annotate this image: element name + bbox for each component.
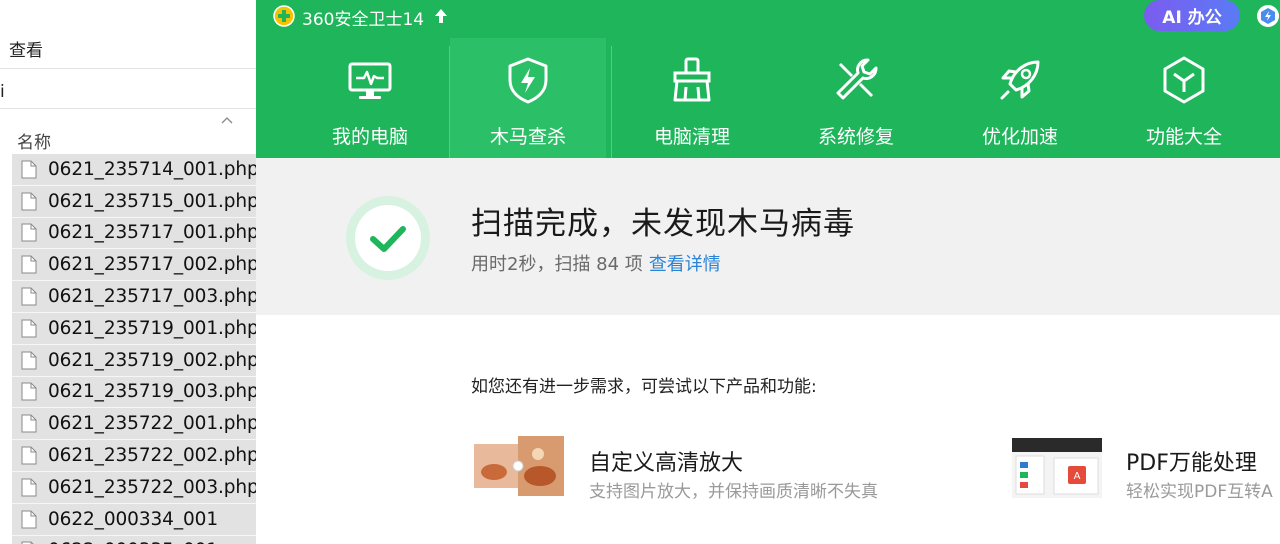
product-desc: 支持图片放大，并保持画质清晰不失真 [589, 482, 878, 502]
file-icon [21, 319, 37, 338]
file-row[interactable]: 0621_235717_001.php [12, 217, 256, 250]
suggestions-heading: 如您还有进一步需求，可尝试以下产品和功能: [471, 377, 817, 397]
tab-label: 优化加速 [981, 126, 1058, 148]
file-name: 0621_235717_003.php [48, 286, 256, 308]
tab-all-features[interactable]: 功能大全 [1106, 38, 1262, 158]
svg-text:A: A [1074, 471, 1081, 482]
file-name: 0621_235722_003.php [48, 476, 256, 498]
broom-icon [673, 57, 711, 102]
file-row[interactable]: 0621_235722_003.php [12, 471, 256, 504]
address-bar[interactable]: i [0, 82, 5, 102]
file-row[interactable]: 0621_235722_001.php [12, 408, 256, 441]
file-name: 0621_235722_002.php [48, 445, 256, 467]
product-desc: 轻松实现PDF互转A [1126, 482, 1273, 502]
cube-icon [1163, 56, 1205, 104]
column-header-name[interactable]: 名称 [17, 128, 51, 153]
pdf-tool-thumbnail[interactable]: A [1012, 438, 1102, 498]
file-icon [21, 478, 37, 497]
image-upscale-thumbnail[interactable] [474, 436, 564, 496]
file-icon [21, 160, 37, 179]
file-row[interactable]: 0621_235714_001.php [12, 154, 256, 186]
tab-optimize[interactable]: 优化加速 [942, 38, 1098, 158]
file-name: 0621_235715_001.php [48, 190, 256, 212]
file-name: 0621_235722_001.php [48, 413, 256, 435]
sort-ascending-icon[interactable] [220, 115, 234, 125]
file-name: 0621_235719_003.php [48, 381, 256, 403]
menu-view[interactable]: 查看 [9, 36, 43, 61]
file-icon [21, 192, 37, 211]
file-row[interactable]: 0621_235722_002.php [12, 440, 256, 472]
tab-label: 电脑清理 [653, 126, 730, 148]
file-name: 0621_235717_001.php [48, 222, 256, 244]
file-name: 0622_000334_001 [48, 508, 219, 530]
success-check-icon [346, 196, 430, 280]
file-icon [21, 287, 37, 306]
file-name: 0621_235717_002.php [48, 254, 256, 276]
tab-my-computer[interactable]: 我的电脑 [292, 38, 448, 158]
file-icon [21, 255, 37, 274]
file-name: 0622_000335_001 [48, 540, 218, 544]
file-row[interactable]: 0622_000334_001 [12, 503, 256, 536]
wrench-icon [836, 58, 878, 100]
tab-trojan-scan[interactable]: 木马查杀 [450, 38, 606, 158]
file-explorer-pane: 查看 i 名称 0621_235714_001.php 0621_235715_0… [0, 0, 256, 544]
view-details-link[interactable]: 查看详情 [649, 254, 721, 275]
brand-logo-icon [273, 5, 295, 27]
file-row[interactable]: 0621_235719_003.php [12, 376, 256, 409]
file-row[interactable]: 0621_235715_001.php [12, 185, 256, 218]
security-app-window: 360安全卫士14 AI 办公 我的电脑 木马查杀 电脑清理 系统修复 优化加速… [256, 0, 1280, 544]
tab-system-repair[interactable]: 系统修复 [778, 38, 934, 158]
scan-result-summary: 用时2秒，扫描 84 项查看详情 [471, 250, 721, 276]
tab-label: 系统修复 [817, 126, 894, 148]
file-row[interactable]: 0621_235719_001.php [12, 312, 256, 345]
app-title: 360安全卫士14 [302, 10, 425, 30]
tab-pc-cleanup[interactable]: 电脑清理 [614, 38, 770, 158]
rocket-icon [1000, 60, 1040, 100]
file-icon [21, 446, 37, 465]
file-icon [21, 414, 37, 433]
file-icon [21, 223, 37, 242]
file-row[interactable]: 0621_235719_002.php [12, 344, 256, 377]
app-header: 360安全卫士14 AI 办公 我的电脑 木马查杀 电脑清理 系统修复 优化加速… [256, 0, 1280, 158]
scan-result-title: 扫描完成，未发现木马病毒 [471, 206, 855, 242]
tab-label: 我的电脑 [331, 126, 408, 148]
file-icon [21, 510, 37, 529]
file-name: 0621_235719_002.php [48, 349, 256, 371]
file-icon [21, 382, 37, 401]
nav-divider [611, 46, 612, 158]
file-icon [21, 351, 37, 370]
divider [0, 68, 256, 69]
file-row[interactable]: 0621_235717_003.php [12, 281, 256, 313]
scan-summary-text: 用时2秒，扫描 84 项 [471, 254, 643, 275]
file-row[interactable]: 0622_000335_001 [12, 535, 256, 544]
file-row[interactable]: 0621_235717_002.php [12, 249, 256, 282]
tab-label: 功能大全 [1145, 126, 1222, 148]
product-name[interactable]: PDF万能处理 [1126, 445, 1257, 477]
divider [0, 108, 256, 109]
shield-bolt-icon [508, 57, 548, 104]
product-name[interactable]: 自定义高清放大 [589, 445, 743, 477]
file-name: 0621_235714_001.php [48, 158, 256, 180]
main-nav: 我的电脑 木马查杀 电脑清理 系统修复 优化加速 功能大全 [292, 38, 1280, 158]
tab-label: 木马查杀 [489, 126, 566, 148]
ai-office-button[interactable]: AI 办公 [1144, 0, 1240, 31]
file-list: 0621_235714_001.php 0621_235715_001.php 06… [12, 154, 256, 544]
upgrade-arrow-icon[interactable] [434, 8, 448, 24]
file-name: 0621_235719_001.php [48, 317, 256, 339]
scan-result-banner: 扫描完成，未发现木马病毒 用时2秒，扫描 84 项查看详情 [256, 158, 1280, 315]
hexagon-bolt-icon[interactable] [1256, 4, 1280, 28]
monitor-icon [348, 62, 392, 99]
